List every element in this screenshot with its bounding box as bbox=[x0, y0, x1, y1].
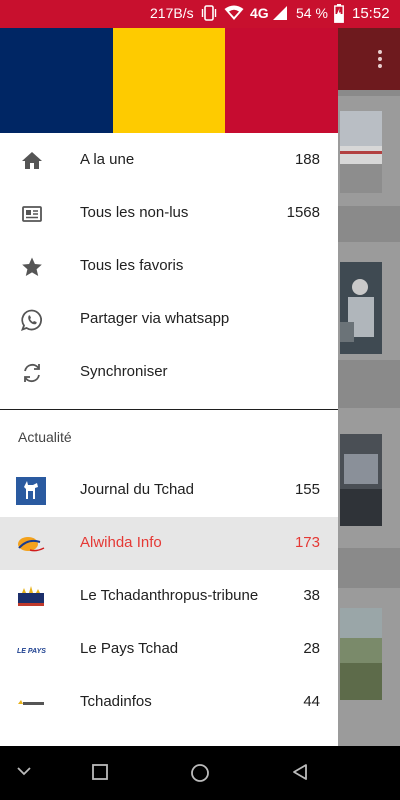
svg-text:LE PAYS: LE PAYS bbox=[17, 648, 46, 655]
feed-item-le-pays-tchad[interactable]: LE PAYS Le Pays Tchad 28 bbox=[0, 623, 338, 676]
menu-item-label: Tous les favoris bbox=[80, 257, 184, 274]
feed-label: Le Tchadanthropus-tribune bbox=[80, 587, 259, 604]
section-header-actualite: Actualité bbox=[18, 429, 72, 445]
battery-percentage: 54 % bbox=[296, 5, 328, 21]
unread-count: 44 bbox=[303, 693, 320, 710]
feed-item-journal-du-tchad[interactable]: Journal du Tchad 155 bbox=[0, 464, 338, 517]
tchadinfos-logo bbox=[18, 700, 44, 705]
status-bar: 217B/s 4G 54 % 15:52 bbox=[0, 0, 400, 28]
menu-item-synchroniser[interactable]: Synchroniser bbox=[0, 346, 338, 399]
back-icon[interactable] bbox=[291, 763, 309, 781]
article-thumbnail bbox=[340, 111, 382, 193]
article-thumbnail bbox=[340, 434, 382, 526]
divider bbox=[0, 409, 338, 410]
le-pays-tchad-logo: LE PAYS bbox=[17, 648, 46, 655]
unread-count: 155 bbox=[294, 481, 320, 498]
tchadanthropus-tribune-logo bbox=[18, 586, 44, 606]
system-navigation-bar bbox=[0, 746, 400, 800]
battery-charging-icon bbox=[334, 4, 344, 23]
feed-item-le-tchadanthropus-tribune[interactable]: Le Tchadanthropus-tribune 38 bbox=[0, 570, 338, 623]
wifi-icon bbox=[224, 5, 244, 20]
background-app-scrim[interactable] bbox=[338, 28, 400, 746]
unread-count: 1568 bbox=[286, 204, 320, 221]
home-icon[interactable] bbox=[190, 763, 210, 783]
article-thumbnail bbox=[340, 262, 382, 354]
clock: 15:52 bbox=[352, 5, 390, 22]
menu-item-label: A la une bbox=[80, 151, 135, 168]
network-type: 4G bbox=[250, 5, 269, 21]
menu-item-partager-via-whatsapp[interactable]: Partager via whatsapp bbox=[0, 293, 338, 346]
sync-icon bbox=[24, 363, 40, 383]
menu-item-label: Synchroniser bbox=[80, 363, 168, 380]
menu-item-label: Partager via whatsapp bbox=[80, 310, 230, 327]
unread-count: 28 bbox=[303, 640, 320, 657]
unread-count: 38 bbox=[303, 587, 320, 604]
signal-icon bbox=[273, 6, 287, 20]
unread-count: 173 bbox=[294, 534, 320, 551]
background-toolbar bbox=[338, 28, 400, 90]
navigation-drawer: A la une 188 Tous les non-lus 1568 Tous … bbox=[0, 28, 338, 746]
feed-label: Tchadinfos bbox=[80, 693, 152, 710]
unread-count: 188 bbox=[294, 151, 320, 168]
menu-item-tous-les-non-lus[interactable]: Tous les non-lus 1568 bbox=[0, 187, 338, 240]
background-article-card bbox=[338, 588, 400, 746]
feed-label: Journal du Tchad bbox=[80, 481, 194, 498]
star-icon bbox=[22, 257, 42, 276]
article-thumbnail bbox=[340, 608, 382, 700]
journal-du-tchad-logo bbox=[16, 477, 46, 505]
home-icon bbox=[22, 152, 42, 169]
vibrate-icon bbox=[201, 5, 217, 21]
chad-flag-header bbox=[0, 28, 338, 133]
menu-item-a-la-une[interactable]: A la une 188 bbox=[0, 134, 338, 187]
background-article-card bbox=[338, 96, 400, 206]
menu-item-label: Tous les non-lus bbox=[80, 204, 189, 221]
menu-item-tous-les-favoris[interactable]: Tous les favoris bbox=[0, 240, 338, 293]
feed-item-alwihda-info[interactable]: Alwihda Info 173 bbox=[0, 517, 338, 570]
collapse-icon[interactable] bbox=[16, 763, 32, 779]
feed-label: Le Pays Tchad bbox=[80, 640, 179, 657]
alwihda-info-logo bbox=[18, 537, 45, 552]
background-article-card bbox=[338, 408, 400, 548]
background-article-card bbox=[338, 242, 400, 360]
overflow-menu-icon bbox=[378, 50, 382, 71]
recents-icon[interactable] bbox=[91, 763, 109, 781]
newspaper-icon bbox=[22, 206, 42, 222]
network-speed: 217B/s bbox=[150, 5, 194, 21]
whatsapp-icon bbox=[20, 309, 42, 332]
feed-item-tchadinfos[interactable]: Tchadinfos 44 bbox=[0, 676, 338, 729]
feed-label: Alwihda Info bbox=[80, 534, 162, 551]
